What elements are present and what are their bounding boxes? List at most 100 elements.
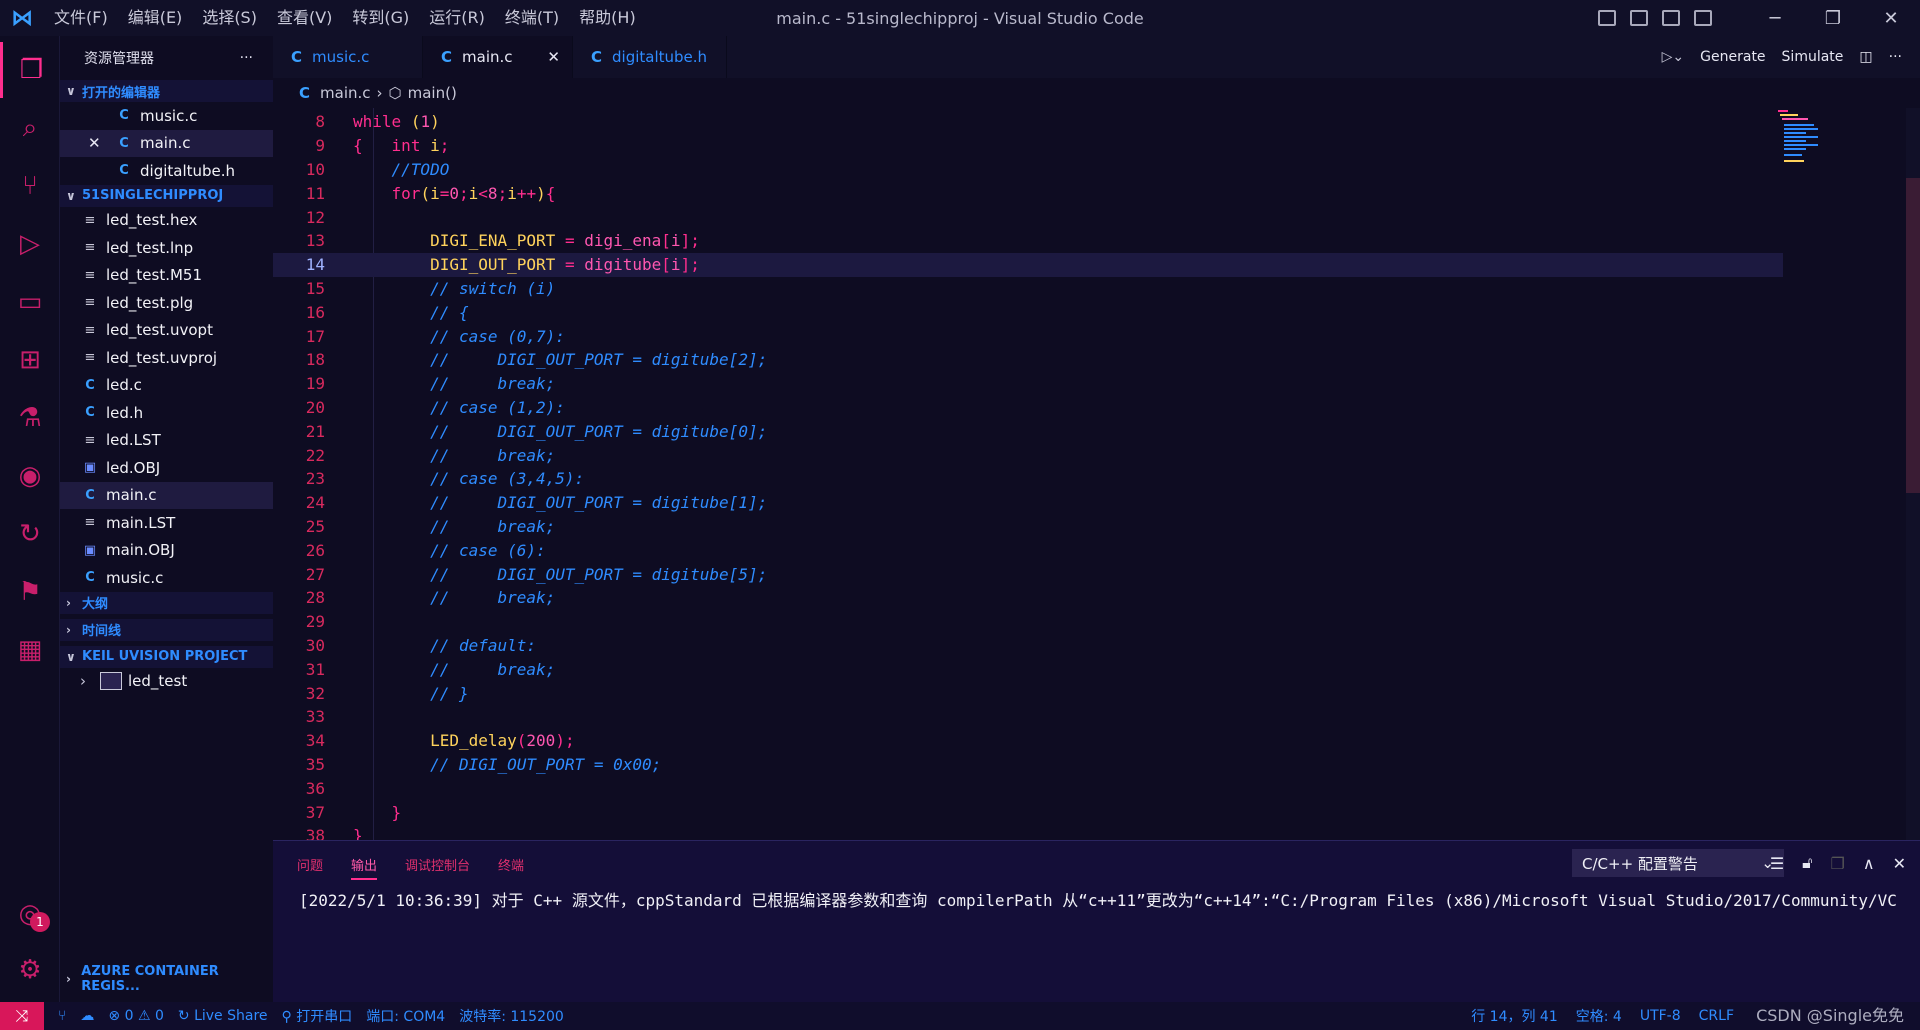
serial-open-button[interactable]: ⚲ 打开串口 [282, 1006, 353, 1026]
source-control-icon[interactable]: ⑂ [0, 158, 60, 214]
file-item[interactable]: Cmusic.c [60, 564, 273, 592]
outline-section[interactable]: › 大纲 [60, 591, 273, 614]
panel-tab-debug-console[interactable]: 调试控制台 [405, 855, 470, 880]
file-item[interactable]: ≡ led_test.uvopt [60, 317, 273, 345]
code-line[interactable]: 23 // case (3,4,5): [273, 467, 1783, 491]
code-line[interactable]: 16 // { [273, 300, 1783, 324]
toggle-panel-icon[interactable] [1630, 10, 1648, 26]
code-line[interactable]: 22 // break; [273, 443, 1783, 467]
code-line[interactable]: 13 DIGI_ENA_PORT = digi_ena[i]; [273, 229, 1783, 253]
panel-tab-output[interactable]: 输出 [351, 855, 378, 880]
baud-rate-status[interactable]: 波特率: 115200 [459, 1006, 564, 1026]
file-item[interactable]: ≡ main.LST [60, 509, 273, 537]
code-line[interactable]: 33 [273, 705, 1783, 729]
file-item[interactable]: Cled.h [60, 399, 273, 427]
tab-music-c[interactable]: C music.c [273, 36, 423, 78]
more-actions-icon[interactable]: ··· [1889, 49, 1902, 65]
maximize-panel-icon[interactable]: ∧ [1863, 854, 1875, 873]
cursor-position[interactable]: 行 14，列 41 [1471, 1006, 1558, 1026]
menu-edit[interactable]: 编辑(E) [118, 0, 193, 36]
indentation-status[interactable]: 空格: 4 [1576, 1006, 1622, 1026]
close-window-button[interactable]: ✕ [1862, 8, 1920, 29]
code-line[interactable]: 18 // DIGI_OUT_PORT = digitube[2]; [273, 348, 1783, 372]
run-code-icon[interactable]: ▷⌄ [1662, 49, 1685, 65]
file-item[interactable]: ≡ led_test.hex [60, 207, 273, 235]
close-editor-icon[interactable]: ✕ [88, 134, 114, 152]
code-line[interactable]: 36 [273, 776, 1783, 800]
file-item[interactable]: ▣ led.OBJ [60, 454, 273, 482]
code-line[interactable]: 28 // break; [273, 586, 1783, 610]
remote-explorer-icon[interactable]: ▭ [0, 274, 60, 330]
serial-port-status[interactable]: 端口: COM4 [366, 1006, 445, 1026]
open-editor-item[interactable]: ✕ C main.c [60, 129, 273, 157]
lock-scroll-icon[interactable]: 🔓︎ [1802, 853, 1812, 873]
live-share-icon[interactable]: ↻ [0, 506, 60, 562]
minimize-button[interactable]: ─ [1746, 8, 1804, 29]
code-line[interactable]: 25 // break; [273, 515, 1783, 539]
code-line[interactable]: 24 // DIGI_OUT_PORT = digitube[1]; [273, 491, 1783, 515]
branch-icon[interactable]: ⑂ [58, 1008, 66, 1024]
restore-button[interactable]: ❐ [1804, 8, 1862, 29]
clear-output-icon[interactable]: ☰ [1770, 854, 1784, 873]
bookmarks-icon[interactable]: ⚑ [0, 564, 60, 620]
menu-view[interactable]: 查看(V) [267, 0, 342, 36]
keil-project-section[interactable]: ∨ KEIL UVISION PROJECT [60, 645, 273, 668]
code-line[interactable]: 32 // } [273, 681, 1783, 705]
azure-section[interactable]: › AZURE CONTAINER REGIS... [60, 964, 273, 994]
account-icon[interactable]: ◎ 1 [0, 886, 60, 942]
code-line[interactable]: 19 // break; [273, 372, 1783, 396]
file-item[interactable]: ≡ led.LST [60, 427, 273, 455]
minimap[interactable] [1778, 108, 1818, 188]
panel-tab-terminal[interactable]: 终端 [498, 855, 524, 880]
breadcrumb-file[interactable]: main.c [320, 84, 371, 102]
menu-selection[interactable]: 选择(S) [192, 0, 267, 36]
customize-layout-icon[interactable] [1694, 10, 1712, 26]
code-line[interactable]: 15 // switch (i) [273, 277, 1783, 301]
open-editor-item[interactable]: C music.c [60, 102, 273, 130]
run-debug-icon[interactable]: ▷ [0, 216, 60, 272]
menu-go[interactable]: 转到(G) [342, 0, 419, 36]
code-line[interactable]: 14 DIGI_OUT_PORT = digitube[i]; [273, 252, 1783, 277]
tab-main-c[interactable]: C main.c ✕ [423, 36, 573, 78]
simulate-button[interactable]: Simulate [1782, 49, 1844, 65]
timeline-section[interactable]: › 时间线 [60, 618, 273, 641]
remote-icon[interactable]: ⤨ [0, 1002, 44, 1030]
tab-digitaltube-h[interactable]: C digitaltube.h [573, 36, 727, 78]
code-line[interactable]: 21 // DIGI_OUT_PORT = digitube[0]; [273, 419, 1783, 443]
code-line[interactable]: 35 // DIGI_OUT_PORT = 0x00; [273, 753, 1783, 777]
code-line[interactable]: 37 } [273, 800, 1783, 824]
live-share-status[interactable]: ↻ Live Share [178, 1008, 268, 1024]
split-editor-icon[interactable]: ◫ [1859, 49, 1872, 65]
generate-button[interactable]: Generate [1700, 49, 1765, 65]
code-line[interactable]: 9 { int i; [273, 134, 1783, 158]
open-editor-item[interactable]: C digitaltube.h [60, 157, 273, 185]
problems-status[interactable]: ⊗ 0 ⚠ 0 [108, 1008, 163, 1024]
more-actions-icon[interactable]: ··· [240, 50, 253, 66]
code-line[interactable]: 12 [273, 205, 1783, 229]
breadcrumb-symbol[interactable]: main() [408, 84, 457, 102]
settings-gear-icon[interactable]: ⚙ [0, 942, 60, 998]
close-panel-icon[interactable]: ✕ [1893, 854, 1906, 873]
toggle-sidebar-icon[interactable] [1598, 10, 1616, 26]
explorer-icon[interactable]: ❐ [0, 42, 60, 98]
code-line[interactable]: 17 // case (0,7): [273, 324, 1783, 348]
file-item[interactable]: Cled.c [60, 372, 273, 400]
close-tab-icon[interactable]: ✕ [547, 48, 560, 66]
code-editor[interactable]: 8 while (1) 9{ int i; 10 //TODO 11 for(i=0;i… [273, 108, 1920, 840]
file-item[interactable]: ≡ led_test.plg [60, 289, 273, 317]
code-line[interactable]: 30 // default: [273, 634, 1783, 658]
code-line[interactable]: 26 // case (6): [273, 538, 1783, 562]
code-line[interactable]: 8 while (1) [273, 110, 1783, 134]
code-line[interactable]: 38} [273, 824, 1783, 840]
code-line[interactable]: 34 LED_delay(200); [273, 729, 1783, 753]
open-editors-section[interactable]: ∨ 打开的编辑器 [60, 80, 273, 102]
menu-terminal[interactable]: 终端(T) [495, 0, 569, 36]
toggle-secondary-sidebar-icon[interactable] [1662, 10, 1680, 26]
open-log-icon[interactable]: ❐ [1831, 854, 1845, 873]
chip-icon[interactable]: ▦ [0, 622, 60, 678]
github-icon[interactable]: ◉ [0, 448, 60, 504]
menu-help[interactable]: 帮助(H) [569, 0, 646, 36]
project-section[interactable]: ∨ 51SINGLECHIPPROJ [60, 184, 273, 207]
file-item[interactable]: ≡ led_test.lnp [60, 234, 273, 262]
file-item[interactable]: ≡ led_test.M51 [60, 262, 273, 290]
